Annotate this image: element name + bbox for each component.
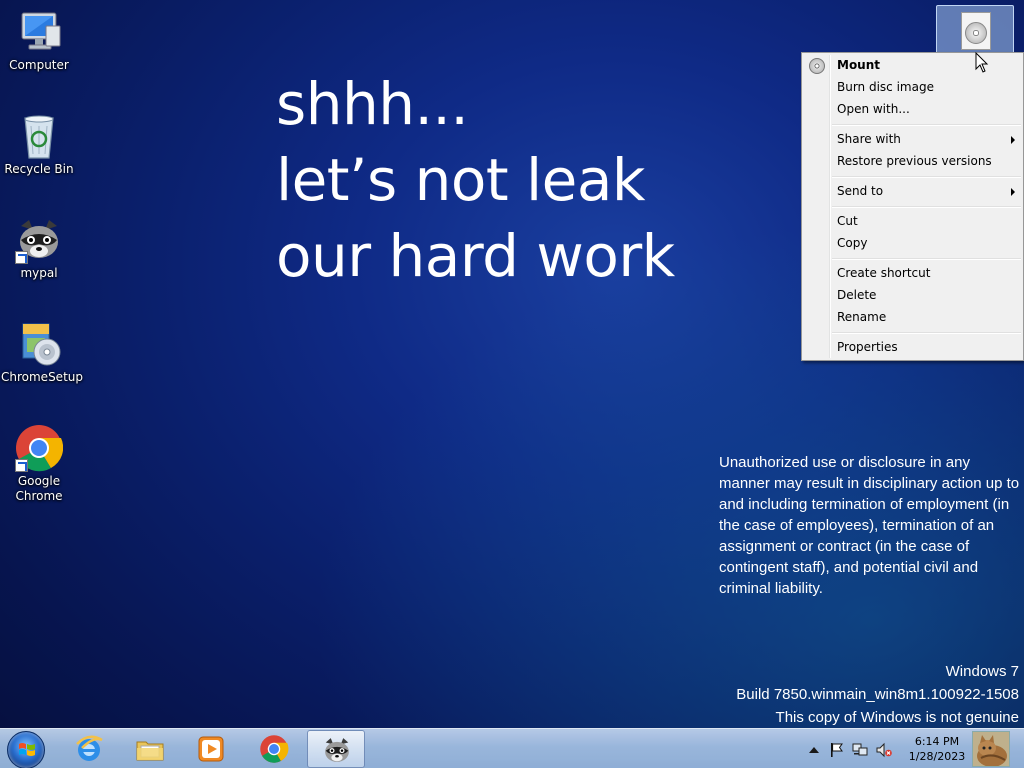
context-menu: Mount Burn disc image Open with... Share… <box>801 52 1024 361</box>
menu-item-rename[interactable]: Rename <box>804 306 1021 328</box>
windows-logo-icon <box>19 743 35 756</box>
desktop-icon-mypal[interactable]: mypal <box>1 216 77 281</box>
menu-item-delete[interactable]: Delete <box>804 284 1021 306</box>
menu-item-burn-disc-image[interactable]: Burn disc image <box>804 76 1021 98</box>
menu-item-share-with[interactable]: Share with <box>804 128 1021 150</box>
raccoon-icon <box>15 216 63 264</box>
menu-separator <box>832 332 1021 334</box>
taskbar-google-chrome[interactable] <box>245 730 303 768</box>
recycle-bin-icon <box>15 112 63 160</box>
installer-icon <box>15 320 63 368</box>
menu-separator <box>832 206 1021 208</box>
slogan-line: our hard work <box>276 222 675 290</box>
shortcut-arrow-icon <box>15 251 28 264</box>
menu-item-cut[interactable]: Cut <box>804 210 1021 232</box>
wallpaper-disclaimer: Unauthorized use or disclosure in any ma… <box>719 454 1020 597</box>
menu-separator <box>832 258 1021 260</box>
menu-item-label: Create shortcut <box>837 266 931 280</box>
shortcut-arrow-icon <box>15 459 28 472</box>
folder-icon <box>136 741 164 761</box>
taskbar-clock[interactable]: 6:14 PM 1/28/2023 <box>902 734 972 764</box>
desktop-icon-chromesetup[interactable]: ChromeSetup <box>1 320 83 385</box>
clock-date: 1/28/2023 <box>908 750 966 763</box>
menu-item-properties[interactable]: Properties <box>804 336 1021 358</box>
desktop-icon-recycle-bin[interactable]: Recycle Bin <box>1 112 77 177</box>
desktop-icon-label: Google Chrome <box>15 474 63 503</box>
taskbar-windows-explorer[interactable] <box>121 730 179 768</box>
desktop-icon-label: ChromeSetup <box>1 370 83 384</box>
disc-image-file-icon <box>961 12 991 50</box>
desktop-icon-google-chrome[interactable]: Google Chrome <box>1 424 77 504</box>
menu-item-restore-previous-versions[interactable]: Restore previous versions <box>804 150 1021 172</box>
network-icon[interactable] <box>852 742 868 758</box>
slogan-line: let’s not leak <box>276 146 645 214</box>
volume-muted-icon[interactable] <box>876 742 892 758</box>
desktop-icon-label: mypal <box>20 266 58 280</box>
show-desktop-thumbnail[interactable] <box>972 731 1010 767</box>
menu-item-send-to[interactable]: Send to <box>804 180 1021 202</box>
cat-thumbnail-icon <box>973 732 1009 766</box>
menu-item-create-shortcut[interactable]: Create shortcut <box>804 262 1021 284</box>
chrome-icon <box>260 735 289 763</box>
mouse-cursor-icon <box>975 52 989 73</box>
desktop-icon-label: Computer <box>9 58 69 72</box>
taskbar-internet-explorer[interactable] <box>60 730 118 768</box>
menu-separator <box>832 176 1021 178</box>
chrome-icon <box>15 424 64 472</box>
computer-icon <box>15 8 63 56</box>
menu-item-label: Rename <box>837 310 887 324</box>
slogan-line: shhh... <box>276 70 469 138</box>
menu-item-label: Burn disc image <box>837 80 934 94</box>
wallpaper-slogan: shhh... let’s not leak our hard work <box>276 66 675 294</box>
menu-item-label: Copy <box>837 236 868 250</box>
desktop-icon-computer[interactable]: Computer <box>1 8 77 73</box>
taskbar-mypal[interactable] <box>307 730 365 768</box>
media-player-icon <box>198 736 224 762</box>
taskbar-media-player[interactable] <box>182 730 240 768</box>
menu-item-copy[interactable]: Copy <box>804 232 1021 254</box>
disc-icon <box>809 58 825 74</box>
raccoon-icon <box>325 738 349 762</box>
menu-item-label: Restore previous versions <box>837 154 992 168</box>
submenu-arrow-icon <box>1011 188 1015 196</box>
windows-watermark: Windows 7 Build 7850.winmain_win8m1.1009… <box>736 660 1019 729</box>
menu-item-label: Send to <box>837 184 884 198</box>
disc-icon <box>965 22 987 44</box>
clock-time: 6:14 PM <box>914 735 960 748</box>
menu-item-label: Mount <box>837 58 881 72</box>
watermark-genuine: This copy of Windows is not genuine <box>775 709 1019 726</box>
menu-item-label: Cut <box>837 214 858 228</box>
action-center-flag-icon[interactable] <box>828 742 844 758</box>
desktop-icon-label: Recycle Bin <box>4 162 74 176</box>
menu-item-label: Delete <box>837 288 877 302</box>
menu-item-label: Share with <box>837 132 901 146</box>
watermark-build: Build 7850.winmain_win8m1.100922-1508 <box>736 686 1019 703</box>
watermark-os: Windows 7 <box>945 663 1019 680</box>
taskbar: 6:14 PM 1/28/2023 <box>0 728 1024 768</box>
menu-item-open-with[interactable]: Open with... <box>804 98 1021 120</box>
menu-item-label: Properties <box>837 340 898 354</box>
start-button[interactable] <box>7 731 45 768</box>
selected-disc-image-file[interactable] <box>936 5 1014 55</box>
menu-item-label: Open with... <box>837 102 910 116</box>
submenu-arrow-icon <box>1011 136 1015 144</box>
show-hidden-icons-arrow-icon[interactable] <box>806 742 822 758</box>
menu-separator <box>832 124 1021 126</box>
ie-icon <box>76 735 103 761</box>
